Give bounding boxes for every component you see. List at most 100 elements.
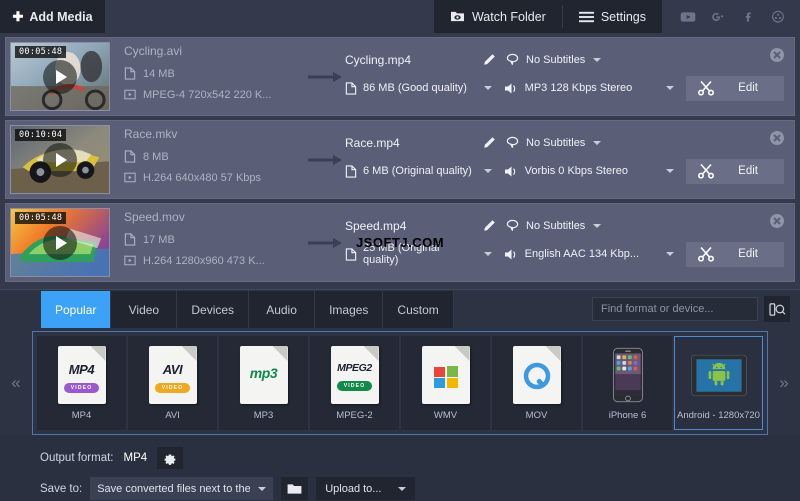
- file-row[interactable]: 00:10:04 Race.mkv 8 MB H.264 640x480 57 …: [5, 120, 795, 199]
- remove-file-button[interactable]: [770, 131, 784, 145]
- file-icon: [124, 67, 136, 80]
- tab-audio[interactable]: Audio: [249, 291, 315, 328]
- tab-images[interactable]: Images: [315, 291, 383, 328]
- chevron-left-icon: «: [11, 373, 20, 393]
- android-device-icon: [691, 353, 747, 398]
- pencil-icon[interactable]: [482, 53, 496, 67]
- audio-selector[interactable]: Vorbis 0 Kbps Stereo: [504, 165, 659, 178]
- speaker-icon: [504, 165, 518, 178]
- subtitles-selector[interactable]: No Subtitles: [506, 136, 585, 149]
- video-thumbnail[interactable]: 00:05:48: [10, 208, 110, 277]
- target-size-selector[interactable]: 86 MB (Good quality): [345, 82, 476, 95]
- windows-logo-icon: [433, 365, 459, 389]
- settings-label: Settings: [601, 10, 646, 24]
- target-size-selector[interactable]: 25 MB (Original quality): [345, 242, 476, 266]
- target-size: 25 MB (Original quality): [363, 242, 476, 266]
- settings-button[interactable]: Settings: [563, 0, 662, 33]
- speaker-icon: [504, 82, 518, 95]
- target-info: Race.mp4 No Subtitles 6 MB (Original qua…: [345, 136, 794, 184]
- remove-file-button[interactable]: [770, 214, 784, 228]
- subtitles-caret-icon[interactable]: [593, 224, 601, 228]
- subtitles-caret-icon[interactable]: [593, 58, 601, 62]
- tab-custom[interactable]: Custom: [383, 291, 453, 328]
- size-caret-icon[interactable]: [484, 252, 492, 256]
- watch-folder-label: Watch Folder: [472, 10, 546, 24]
- search-input[interactable]: [593, 303, 751, 315]
- video-icon: [124, 254, 136, 267]
- tab-popular[interactable]: Popular: [41, 291, 111, 328]
- globe-icon[interactable]: [770, 9, 786, 25]
- subtitles-selector[interactable]: No Subtitles: [506, 53, 585, 66]
- preset-avi[interactable]: AVI VIDEO AVI: [128, 336, 217, 430]
- source-filename: Race.mkv: [124, 127, 305, 141]
- source-info: Speed.mov 17 MB H.264 1280x960 473 K...: [110, 210, 305, 275]
- google-plus-icon[interactable]: [710, 9, 726, 25]
- preset-mov[interactable]: MOV: [492, 336, 581, 430]
- upload-to-button[interactable]: Upload to...: [316, 477, 415, 500]
- preset-label: MP4: [72, 410, 92, 421]
- edit-button[interactable]: Edit: [686, 76, 784, 101]
- conversion-arrow-cell: [305, 71, 345, 83]
- save-to-caret-icon[interactable]: [258, 487, 266, 491]
- upload-caret-icon[interactable]: [398, 487, 406, 491]
- preset-mpeg2[interactable]: MPEG2 VIDEO MPEG-2: [310, 336, 399, 430]
- tab-devices[interactable]: Devices: [177, 291, 249, 328]
- preset-label: iPhone 6: [609, 410, 647, 421]
- file-row[interactable]: 00:05:48 Cycling.avi 14 MB MPEG-4 720x54…: [5, 37, 795, 116]
- source-codec: H.264 640x480 57 Kbps: [143, 172, 261, 184]
- tab-label: Audio: [266, 303, 297, 317]
- file-row[interactable]: 00:05:48 Speed.mov 17 MB H.264 1280x960 …: [5, 203, 795, 282]
- audio-caret-icon[interactable]: [666, 252, 674, 256]
- preset-wmv[interactable]: WMV: [401, 336, 490, 430]
- youtube-icon[interactable]: [680, 9, 696, 25]
- audio-caret-icon[interactable]: [666, 169, 674, 173]
- preset-iphone-6[interactable]: iPhone 6: [583, 336, 672, 430]
- play-button[interactable]: [43, 226, 77, 260]
- arrow-right-icon: [308, 71, 342, 83]
- preset-android-1280x720[interactable]: Android - 1280x720: [674, 336, 763, 430]
- add-media-button[interactable]: ✚ Add Media: [0, 0, 105, 33]
- quicktime-q-icon: [522, 362, 552, 392]
- source-filename: Cycling.avi: [124, 44, 305, 58]
- facebook-icon[interactable]: [740, 9, 756, 25]
- video-thumbnail[interactable]: 00:10:04: [10, 125, 110, 194]
- scissors-icon: [698, 163, 714, 179]
- play-button[interactable]: [43, 143, 77, 177]
- close-icon: [773, 134, 781, 142]
- carousel-prev-button[interactable]: «: [0, 331, 32, 435]
- carousel-next-button[interactable]: »: [768, 331, 800, 435]
- target-size-selector[interactable]: 6 MB (Original quality): [345, 165, 476, 178]
- play-button[interactable]: [43, 60, 77, 94]
- browse-folder-button[interactable]: [281, 477, 308, 500]
- plus-icon: ✚: [12, 10, 23, 23]
- save-to-select[interactable]: Save converted files next to the o: [90, 477, 273, 500]
- format-search-box[interactable]: [592, 297, 758, 321]
- subtitles-selector[interactable]: No Subtitles: [506, 219, 585, 232]
- pencil-icon[interactable]: [482, 219, 496, 233]
- watch-folder-button[interactable]: Watch Folder: [434, 0, 562, 33]
- audio-caret-icon[interactable]: [666, 86, 674, 90]
- duration-badge: 00:05:48: [15, 46, 66, 58]
- edit-button[interactable]: Edit: [686, 242, 784, 267]
- tab-video[interactable]: Video: [111, 291, 177, 328]
- remove-file-button[interactable]: [770, 48, 784, 62]
- format-settings-button[interactable]: [157, 447, 183, 469]
- video-thumbnail[interactable]: 00:05:48: [10, 42, 110, 111]
- audio-selector[interactable]: English AAC 134 Kbp...: [504, 248, 659, 261]
- subtitles-caret-icon[interactable]: [593, 141, 601, 145]
- preset-label: Android - 1280x720: [677, 410, 760, 421]
- edit-label: Edit: [726, 165, 784, 177]
- device-search-button[interactable]: [764, 296, 790, 322]
- pencil-icon[interactable]: [482, 136, 496, 150]
- audio-selector[interactable]: MP3 128 Kbps Stereo: [504, 82, 659, 95]
- edit-button[interactable]: Edit: [686, 159, 784, 184]
- size-caret-icon[interactable]: [484, 86, 492, 90]
- preset-mp4[interactable]: MP4 VIDEO MP4: [37, 336, 126, 430]
- edit-label: Edit: [726, 248, 784, 260]
- audio-value: Vorbis 0 Kbps Stereo: [525, 165, 628, 177]
- preset-mp3[interactable]: mp3 MP3: [219, 336, 308, 430]
- size-caret-icon[interactable]: [484, 169, 492, 173]
- tab-label: Popular: [55, 303, 96, 317]
- social-links: [662, 0, 800, 33]
- preset-icon-title: AVI: [149, 363, 197, 376]
